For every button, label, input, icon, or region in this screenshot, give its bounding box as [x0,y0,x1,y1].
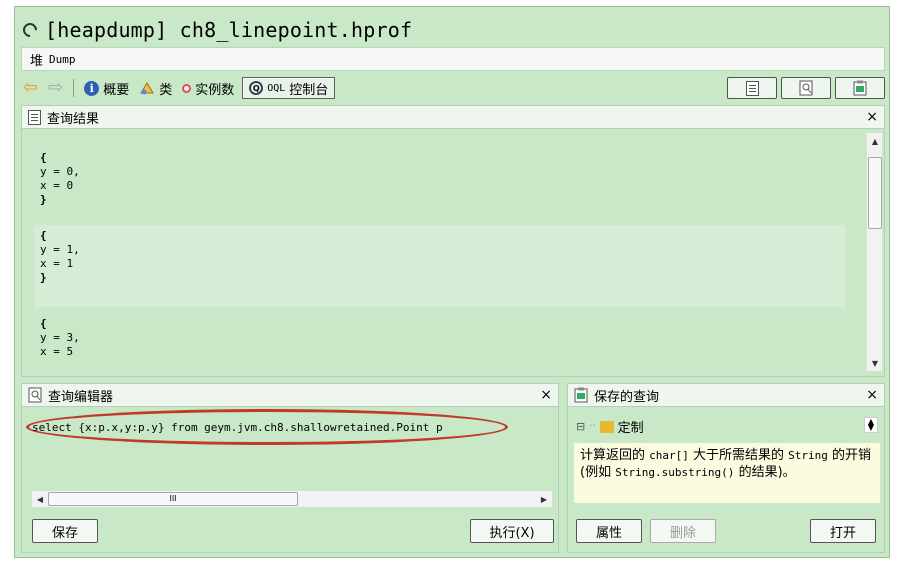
query-results-title: 查询结果 [47,111,100,127]
result-object: { y = 1, x = 1 } [34,225,846,307]
editor-horizontal-scrollbar[interactable]: ◀ III ▶ [32,491,552,507]
scroll-up-arrow-icon[interactable]: ▲ [867,133,883,149]
result-close-brace: } [40,271,47,284]
query-description: 计算返回的 char[] 大于所需结果的 String 的开销 (例如 Stri… [574,443,880,503]
query-editor-panel: 查询编辑器 × select {x:p.x,y:p.y} from geym.j… [21,383,559,553]
query-results-body: { y = 0, x = 0 } { y = 1, x = 1 } { y = … [21,129,885,377]
saved-queries-header: 保存的查询 × [567,383,885,407]
forward-arrow-icon: ⇨ [48,77,64,98]
query-editor-body[interactable]: select {x:p.x,y:p.y} from geym.jvm.ch8.s… [21,407,559,553]
heap-label: 堆 [30,53,44,69]
list-scroll-arrows-icon[interactable]: ▲ ▼ [864,417,878,433]
editor-view-button[interactable] [781,77,831,99]
result-field: x = 0 [40,179,74,192]
heapdump-window: [heapdump] ch8_linepoint.hprof 堆 Dump ⇦ … [14,6,890,558]
result-close-brace: } [40,193,47,206]
refresh-icon[interactable] [20,20,40,40]
forward-button[interactable]: ⇨ [46,77,65,99]
close-icon[interactable]: × [540,387,552,403]
result-field: y = 1, [40,243,80,256]
query-editor-title: 查询编辑器 [48,389,114,405]
open-button[interactable]: 打开 [810,519,876,543]
dump-breadcrumb: 堆 Dump [21,47,885,71]
window-title: [heapdump] ch8_linepoint.hprof [45,18,413,42]
classes-label: 类 [159,82,173,98]
execute-button[interactable]: 执行(X) [470,519,554,543]
tree-item-custom[interactable]: ⊟ ·· 定制 [576,417,644,436]
result-object: { y = 0, x = 0 } [34,147,846,211]
oql-console-tab[interactable]: Q OQL 控制台 [242,77,336,99]
description-code: String [788,449,828,462]
query-editor-icon [28,387,42,403]
results-view-button[interactable] [727,77,777,99]
results-doc-icon [745,80,759,96]
result-field: y = 3, [40,331,80,344]
query-results-header: 查询结果 × [21,105,885,129]
clipboard-icon [574,387,588,403]
view-toggle-group [727,77,885,99]
scroll-right-arrow-icon[interactable]: ▶ [536,491,552,507]
result-open-brace: { [40,317,47,330]
saved-queries-title: 保存的查询 [594,389,660,405]
overview-tab[interactable]: i 概要 [82,77,131,99]
tree-connector-icon: ·· [589,421,596,432]
oql-console-label: 控制台 [289,82,329,98]
scroll-thumb[interactable] [868,157,882,229]
description-text: 计算返回的 [580,448,650,463]
result-field: y = 0, [40,165,80,178]
result-open-brace: { [40,229,47,242]
overview-label: 概要 [103,82,130,98]
info-icon: i [84,80,100,96]
description-text: 大于所需结果的 [688,448,789,463]
classes-tab[interactable]: 类 [137,77,174,99]
classes-icon [140,82,155,95]
close-icon[interactable]: × [866,109,878,125]
result-open-brace: { [40,151,47,164]
tree-item-label: 定制 [617,421,644,436]
saved-queries-panel: 保存的查询 × ⊟ ·· 定制 ▲ ▼ 计算返回的 char[] 大于所需结果的 … [567,383,885,553]
saved-view-button[interactable] [835,77,885,99]
toolbar-separator [73,79,75,97]
results-vertical-scrollbar[interactable]: ▲ ▼ [866,133,882,371]
oql-icon: Q [249,81,264,95]
delete-button[interactable]: 删除 [650,519,716,543]
scroll-left-arrow-icon[interactable]: ◀ [32,491,48,507]
scroll-down-arrow-icon[interactable]: ▼ [867,355,883,371]
close-icon[interactable]: × [866,387,878,403]
view-toolbar: ⇦ ⇨ i 概要 类 实例数 Q OQL 控制台 [21,75,885,101]
result-field: x = 5 [40,345,74,358]
back-arrow-icon: ⇦ [23,77,39,98]
query-results-panel: 查询结果 × { y = 0, x = 0 } { y = 1, x = 1 }… [21,105,885,377]
instances-tab[interactable]: 实例数 [180,77,236,99]
clipboard-icon [853,80,867,96]
query-editor-icon [799,80,813,96]
results-doc-icon [28,109,41,125]
folder-icon [599,420,614,433]
oql-query-text[interactable]: select {x:p.x,y:p.y} from geym.jvm.ch8.s… [32,421,443,434]
saved-queries-body: ⊟ ·· 定制 ▲ ▼ 计算返回的 char[] 大于所需结果的 String 的… [567,407,885,553]
scroll-thumb[interactable]: III [48,492,298,506]
save-button[interactable]: 保存 [32,519,98,543]
result-field: x = 1 [40,257,74,270]
window-title-bar: [heapdump] ch8_linepoint.hprof [20,15,413,45]
back-button[interactable]: ⇦ [21,77,40,99]
oql-prefix: OQL [267,82,286,94]
properties-button[interactable]: 属性 [576,519,642,543]
description-code: char[] [649,449,689,462]
query-editor-header: 查询编辑器 × [21,383,559,407]
instances-label: 实例数 [195,82,235,98]
dump-label: Dump [49,52,76,66]
description-code: String.substring() [615,466,735,479]
collapse-icon[interactable]: ⊟ [576,420,585,433]
instance-dot-icon [182,83,192,93]
result-object: { y = 3, x = 5 [34,313,846,363]
description-text: 的结果)。 [734,465,796,480]
